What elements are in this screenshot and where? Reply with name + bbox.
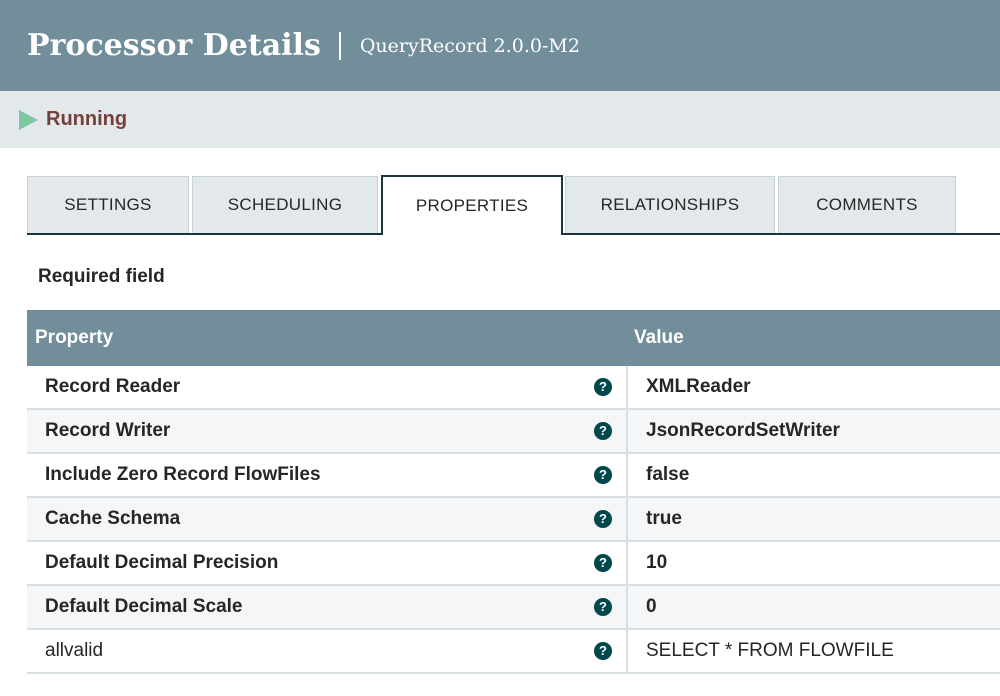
property-value[interactable]: 10 (646, 542, 667, 584)
help-icon[interactable]: ? (594, 598, 612, 616)
title-separator (338, 31, 341, 60)
table-row[interactable]: Include Zero Record FlowFiles ? false (27, 454, 1000, 498)
help-icon[interactable]: ? (594, 378, 612, 396)
property-name: Record Reader (45, 376, 181, 397)
property-name: allvalid (45, 640, 104, 661)
column-divider (626, 630, 628, 672)
column-header-value[interactable]: Value (634, 327, 684, 349)
table-row[interactable]: Cache Schema ? true (27, 498, 1000, 542)
play-icon (19, 109, 38, 130)
property-value[interactable]: JsonRecordSetWriter (646, 410, 840, 452)
property-value[interactable]: SELECT * FROM FLOWFILE (646, 630, 894, 672)
help-icon[interactable]: ? (594, 466, 612, 484)
tab-settings[interactable]: SETTINGS (27, 176, 189, 233)
tab-scheduling[interactable]: SCHEDULING (192, 176, 378, 233)
help-icon[interactable]: ? (594, 422, 612, 440)
table-row[interactable]: Default Decimal Precision ? 10 (27, 542, 1000, 586)
property-name: Cache Schema (45, 508, 181, 529)
property-value[interactable]: false (646, 454, 689, 496)
property-value[interactable]: XMLReader (646, 366, 751, 408)
table-header: Property Value (27, 310, 1000, 366)
column-divider (626, 542, 628, 584)
run-status: Running (46, 108, 128, 130)
tab-relationships[interactable]: RELATIONSHIPS (565, 176, 775, 233)
dialog-header: Processor Details QueryRecord 2.0.0-M2 (0, 0, 1000, 91)
tab-bar: SETTINGS SCHEDULING PROPERTIES RELATIONS… (27, 175, 1000, 235)
processor-type: QueryRecord 2.0.0-M2 (359, 34, 580, 57)
required-field-note: Required field (38, 266, 165, 287)
column-divider (626, 366, 628, 408)
column-divider (626, 454, 628, 496)
tab-comments[interactable]: COMMENTS (778, 176, 956, 233)
column-divider (626, 410, 628, 452)
tab-properties[interactable]: PROPERTIES (381, 175, 563, 235)
help-icon[interactable]: ? (594, 510, 612, 528)
help-icon[interactable]: ? (594, 554, 612, 572)
table-row[interactable]: Record Writer ? JsonRecordSetWriter (27, 410, 1000, 454)
dialog-title: Processor Details (27, 28, 321, 63)
column-header-property[interactable]: Property (35, 327, 113, 349)
help-icon[interactable]: ? (594, 642, 612, 660)
property-name: Default Decimal Precision (45, 552, 279, 573)
column-divider (626, 498, 628, 540)
property-name: Include Zero Record FlowFiles (45, 464, 321, 485)
table-row[interactable]: Record Reader ? XMLReader (27, 366, 1000, 410)
status-bar: Running (0, 91, 1000, 148)
table-row[interactable]: Default Decimal Scale ? 0 (27, 586, 1000, 630)
column-divider (626, 586, 628, 628)
property-value[interactable]: true (646, 498, 682, 540)
property-value[interactable]: 0 (646, 586, 657, 628)
properties-table: Property Value Record Reader ? XMLReader… (27, 310, 1000, 674)
table-row[interactable]: allvalid ? SELECT * FROM FLOWFILE (27, 630, 1000, 674)
property-name: Default Decimal Scale (45, 596, 243, 617)
property-name: Record Writer (45, 420, 171, 441)
